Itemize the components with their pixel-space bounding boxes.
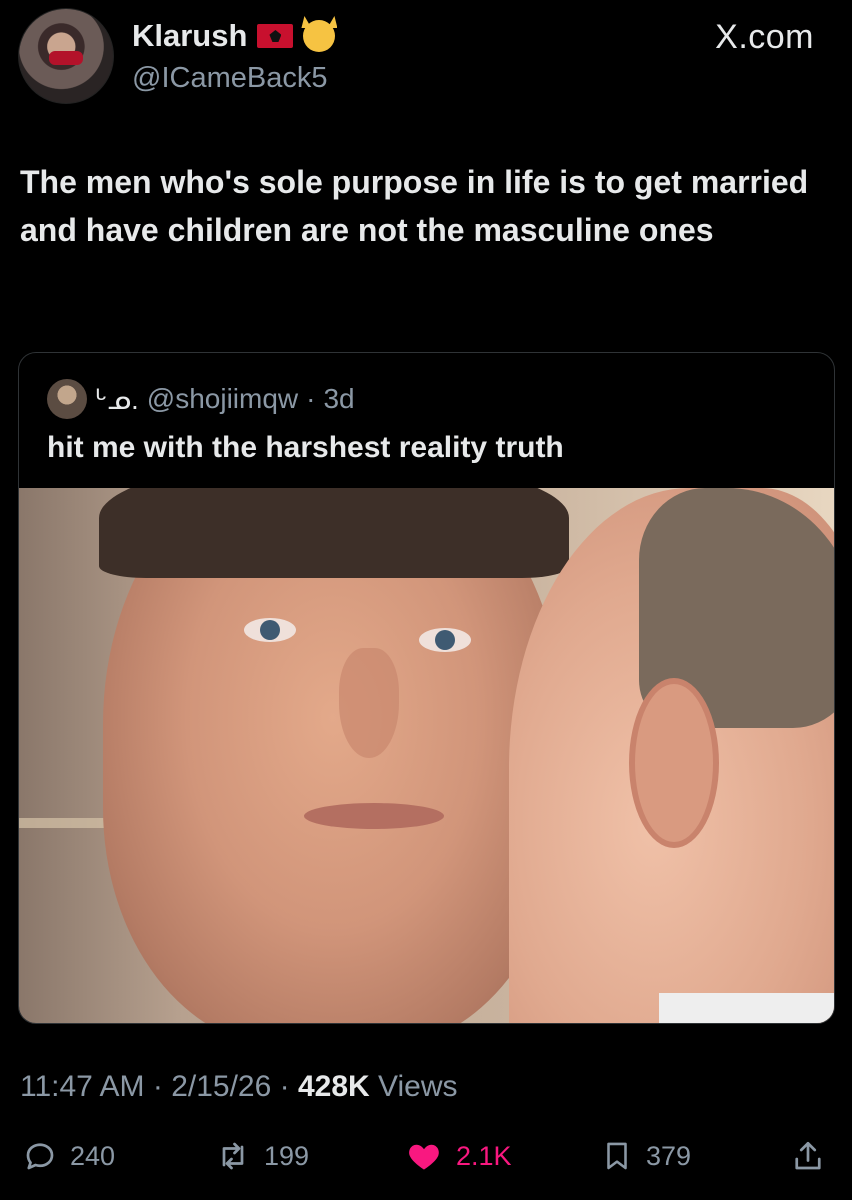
mouth [304,803,444,829]
views-label: Views [378,1070,458,1103]
avatar-scarf [49,51,83,65]
quote-media-image[interactable] [19,488,834,1023]
quote-avatar[interactable] [47,379,87,419]
author-avatar[interactable] [18,8,114,104]
right-eye [419,628,471,652]
tweet-meta: 11:47 AM · 2/15/26 · 428K Views [20,1070,458,1104]
crying-man-hair [99,488,569,578]
quote-text: hit me with the harshest reality truth [47,431,564,464]
quote-display-name: ᒡᓄ. [95,383,139,415]
bookmark-button[interactable]: 379 [600,1138,691,1174]
meta-separator: · [152,1070,172,1103]
share-button[interactable] [790,1138,826,1174]
quote-age: 3d [323,383,355,414]
tweet-header: Klarush @ICameBack5 X.com [0,0,852,120]
repost-count: 199 [264,1140,310,1171]
reply-count: 240 [70,1140,116,1171]
quote-separator: · [306,383,316,414]
author-name-row: Klarush [132,18,336,54]
second-man-ear [629,678,719,848]
repost-button[interactable]: 199 [214,1138,309,1174]
left-eye [244,618,296,642]
share-icon [795,1141,821,1170]
quote-handle: @shojiimqw [146,383,299,414]
tweet-date[interactable]: 2/15/26 [171,1070,271,1103]
reply-button[interactable]: 240 [22,1138,115,1174]
views-count: 428K [297,1070,370,1103]
bookmark-count: 379 [646,1140,692,1171]
kissing-cat-icon [303,20,336,52]
tweet-time[interactable]: 11:47 AM [20,1070,145,1103]
like-count: 2.1K [456,1140,512,1171]
quoted-tweet[interactable]: ᒡᓄ. @shojiimqw · 3d hit me with the hars… [18,352,835,1024]
action-bar: 240 199 2.1K 379 [0,1138,852,1186]
author-display-name[interactable]: Klarush [132,18,247,54]
author-handle[interactable]: @ICameBack5 [132,62,327,95]
meta-separator: · [279,1070,298,1103]
site-label: X.com [715,18,814,56]
like-button[interactable]: 2.1K [404,1138,512,1174]
tweet-text: The men who's sole purpose in life is to… [20,164,809,248]
heart-icon [409,1144,439,1170]
second-man-collar [659,993,834,1023]
repost-icon [222,1142,244,1170]
albania-flag-icon [257,24,294,48]
bookmark-icon [607,1142,627,1170]
nose [339,648,399,758]
reply-icon [26,1143,54,1170]
quote-header: ᒡᓄ. @shojiimqw · 3d [47,379,355,419]
